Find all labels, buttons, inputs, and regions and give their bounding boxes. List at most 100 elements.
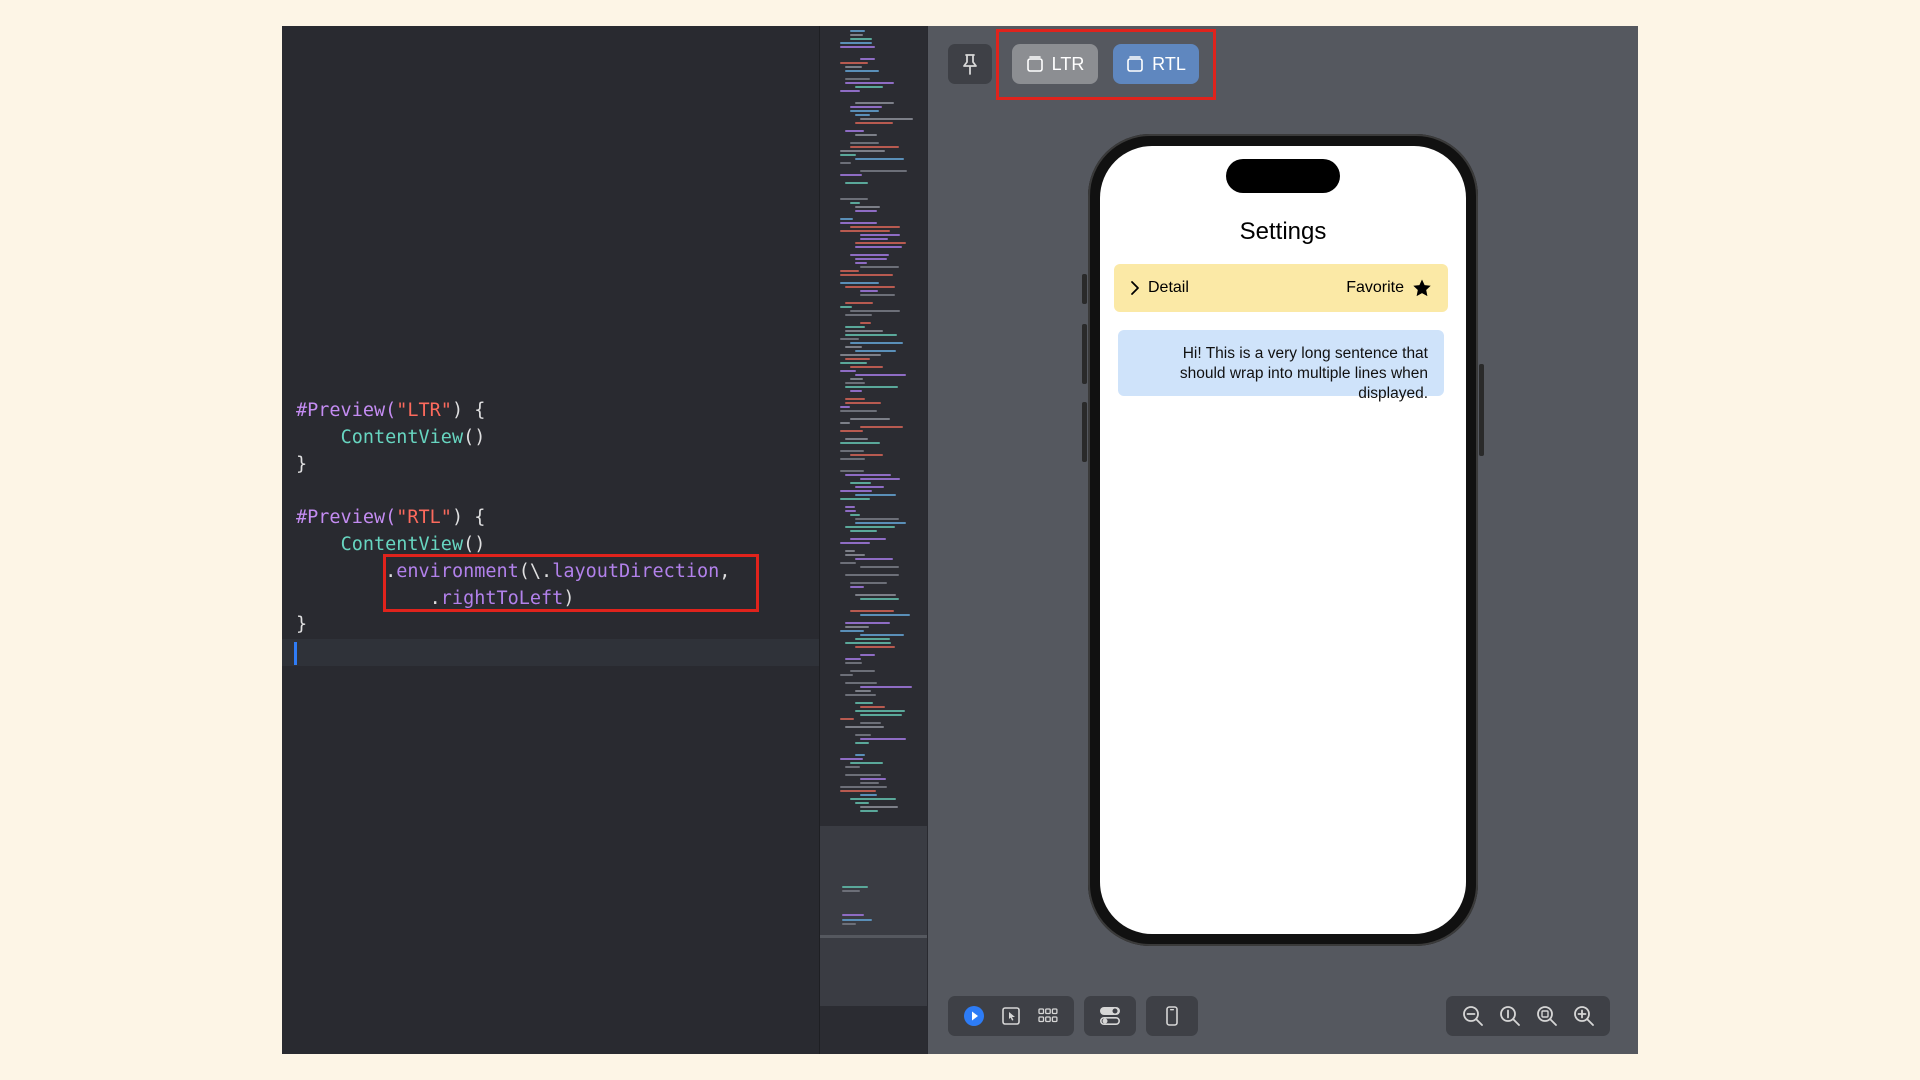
minimap-line: [840, 442, 880, 444]
minimap-line: [850, 106, 882, 108]
minimap-line: [840, 786, 887, 788]
live-preview-button[interactable]: [961, 1003, 987, 1029]
minimap-line: [840, 174, 862, 176]
minimap-viewport[interactable]: [820, 826, 927, 1006]
minimap-line: [840, 274, 893, 276]
iphone-frame: Settings Detail Favorite Hi! This is a v…: [1082, 134, 1484, 946]
minimap-line: [845, 474, 891, 476]
minimap-line: [855, 802, 869, 804]
phone-screen[interactable]: Settings Detail Favorite Hi! This is a v…: [1100, 146, 1466, 934]
minimap-line: [840, 406, 850, 408]
minimap-line: [850, 530, 877, 532]
code-token: (): [463, 533, 486, 555]
minimap-line: [850, 582, 887, 584]
zoom-actual-size-button[interactable]: [1497, 1003, 1523, 1029]
canvas-settings-button[interactable]: [1097, 1003, 1123, 1029]
page-title: Settings: [1239, 218, 1327, 245]
code-line[interactable]: }: [296, 612, 730, 639]
minimap-line: [840, 458, 865, 460]
minimap-line: [855, 486, 884, 488]
minimap[interactable]: [819, 26, 927, 1054]
action-button: [1082, 274, 1087, 304]
minimap-line: [850, 418, 890, 420]
minimap-line: [845, 526, 895, 528]
minimap-line: [850, 366, 883, 368]
minimap-line: [845, 662, 862, 664]
minimap-line: [845, 386, 898, 388]
minimap-line: [860, 614, 910, 616]
detail-row[interactable]: Detail Favorite: [1114, 264, 1448, 312]
text-cursor: [294, 642, 297, 665]
minimap-line: [855, 258, 887, 260]
minimap-line: [850, 30, 865, 32]
minimap-line: [855, 690, 871, 692]
minimap-line: [850, 38, 872, 40]
code-editor[interactable]: #Preview("LTR") { ContentView()} #Preview…: [282, 26, 819, 1054]
minimap-line: [840, 758, 863, 760]
minimap-line: [850, 798, 896, 800]
code-token: }: [296, 614, 308, 636]
dynamic-island: [1226, 159, 1340, 193]
minimap-line: [845, 438, 868, 440]
minimap-line: [850, 254, 889, 256]
variants-grid-button[interactable]: [1035, 1003, 1061, 1029]
code-line[interactable]: }: [296, 452, 730, 479]
minimap-line: [855, 710, 905, 712]
minimap-line: [860, 706, 885, 708]
minimap-line: [845, 78, 870, 80]
minimap-line: [840, 198, 868, 200]
grid-icon: [1037, 1008, 1058, 1023]
minimap-line: [845, 774, 881, 776]
code-token: "LTR": [396, 400, 452, 421]
minimap-line: [842, 886, 868, 888]
minimap-line: [860, 794, 877, 796]
minimap-viewport-divider: [820, 935, 927, 938]
minimap-line: [840, 154, 856, 156]
minimap-line: [850, 310, 900, 312]
minimap-line: [840, 450, 864, 452]
canvas-settings-toolbar: [1084, 996, 1136, 1036]
pin-preview-button[interactable]: [948, 44, 992, 84]
code-token: #Preview(: [296, 400, 397, 421]
code-line[interactable]: #Preview("LTR") {: [296, 398, 730, 425]
minimap-line: [845, 326, 865, 328]
minimap-line: [860, 738, 906, 740]
zoom-in-button[interactable]: [1571, 1003, 1597, 1029]
preview-mode-toolbar: [948, 996, 1074, 1036]
minimap-line: [845, 398, 865, 400]
minimap-line: [845, 302, 873, 304]
toggle-settings-icon: [1099, 1007, 1120, 1026]
minimap-line: [845, 726, 884, 728]
minimap-line: [840, 218, 853, 220]
code-line[interactable]: [296, 478, 730, 505]
zoom-to-fit-button[interactable]: [1534, 1003, 1560, 1029]
selectable-mode-button[interactable]: [998, 1003, 1024, 1029]
minimap-line: [840, 282, 879, 284]
minimap-line: [842, 923, 856, 925]
minimap-line: [855, 754, 865, 756]
cursor-select-icon: [1002, 1007, 1020, 1025]
minimap-line: [850, 110, 879, 112]
code-line[interactable]: ContentView(): [296, 425, 730, 452]
code-line[interactable]: #Preview("RTL") {: [296, 505, 730, 532]
device-settings-toolbar: [1146, 996, 1198, 1036]
minimap-line: [840, 42, 872, 44]
code-token: (): [463, 426, 486, 448]
zoom-100-icon: [1499, 1006, 1520, 1026]
minimap-line: [840, 562, 856, 564]
minimap-line: [850, 586, 864, 588]
minimap-line: [855, 122, 893, 124]
current-line-highlight: [282, 639, 819, 666]
minimap-line: [840, 490, 872, 492]
minimap-line: [840, 470, 864, 472]
minimap-line: [845, 382, 865, 384]
minimap-line: [855, 350, 896, 352]
minimap-line: [860, 118, 913, 120]
minimap-line: [860, 478, 900, 480]
zoom-out-button[interactable]: [1460, 1003, 1486, 1029]
minimap-line: [840, 62, 868, 64]
minimap-line: [845, 402, 881, 404]
minimap-line: [860, 58, 875, 60]
minimap-line: [855, 594, 896, 596]
device-settings-button[interactable]: [1159, 1003, 1185, 1029]
